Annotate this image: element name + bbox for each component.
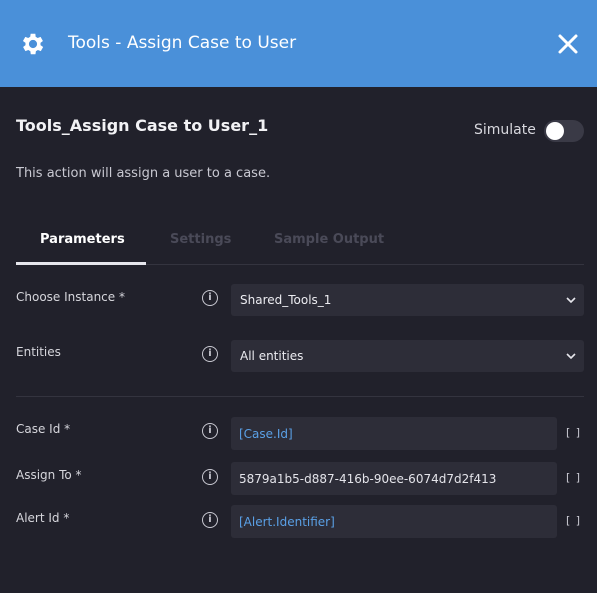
dialog-title: Tools - Assign Case to User (68, 33, 297, 53)
instance-label: Choose Instance * (16, 290, 125, 304)
placeholder-picker-button[interactable]: [ ] (566, 471, 581, 484)
action-description: This action will assign a user to a case… (16, 166, 271, 181)
alert-id-label: Alert Id * (16, 511, 70, 525)
case-id-value: [Case.Id] (239, 427, 293, 441)
placeholder-picker-button[interactable]: [ ] (566, 514, 581, 527)
action-name: Tools_Assign Case to User_1 (16, 116, 269, 135)
active-tab-indicator (16, 262, 146, 265)
alert-id-value: [Alert.Identifier] (239, 515, 335, 529)
info-icon[interactable]: i (202, 423, 218, 439)
info-icon[interactable]: i (202, 469, 218, 485)
info-icon[interactable]: i (202, 512, 218, 528)
entities-select[interactable]: All entities (231, 340, 584, 372)
tab-settings[interactable]: Settings (170, 232, 231, 247)
placeholder-picker-button[interactable]: [ ] (566, 426, 581, 439)
simulate-label: Simulate (474, 122, 536, 138)
alert-id-field[interactable]: [Alert.Identifier] (231, 505, 557, 538)
tab-bar: Parameters Settings Sample Output (16, 224, 584, 265)
gear-icon (22, 33, 44, 55)
entities-label: Entities (16, 345, 61, 359)
instance-value: Shared_Tools_1 (240, 293, 332, 307)
tab-parameters[interactable]: Parameters (40, 232, 125, 247)
dialog-header: Tools - Assign Case to User (0, 0, 597, 87)
info-icon[interactable]: i (202, 346, 218, 362)
assign-to-field[interactable]: 5879a1b5-d887-416b-90ee-6074d7d2f413 (231, 462, 557, 495)
chevron-down-icon (566, 297, 576, 304)
entities-value: All entities (240, 349, 304, 363)
chevron-down-icon (566, 353, 576, 360)
toggle-knob (546, 122, 564, 140)
close-icon[interactable] (557, 33, 579, 55)
info-icon[interactable]: i (202, 290, 218, 306)
simulate-toggle[interactable] (544, 120, 584, 142)
assign-to-value: 5879a1b5-d887-416b-90ee-6074d7d2f413 (239, 472, 497, 486)
assign-to-label: Assign To * (16, 468, 82, 482)
case-id-field[interactable]: [Case.Id] (231, 417, 557, 450)
instance-select[interactable]: Shared_Tools_1 (231, 284, 584, 316)
tab-sample-output[interactable]: Sample Output (274, 232, 384, 247)
section-divider (16, 396, 584, 397)
case-id-label: Case Id * (16, 422, 71, 436)
